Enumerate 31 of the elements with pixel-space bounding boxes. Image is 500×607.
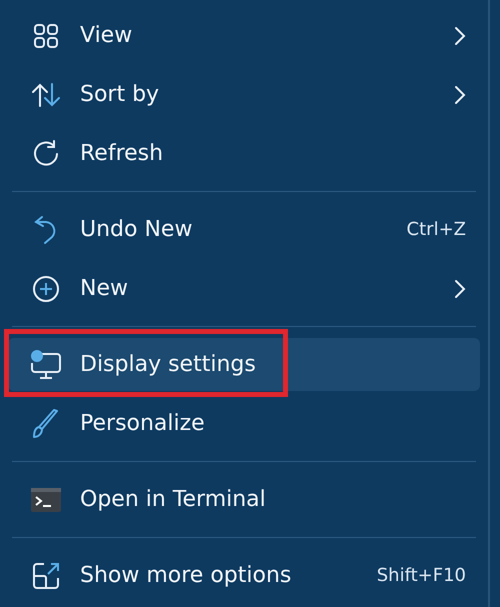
grid-icon xyxy=(33,22,59,48)
menu-item[interactable]: Refresh xyxy=(8,124,480,183)
menu-item-label: New xyxy=(80,276,128,301)
menu-item-label: Show more options xyxy=(80,563,292,588)
expand-window-icon xyxy=(32,562,60,590)
shortcut-label: Shift+F10 xyxy=(376,565,466,586)
menu-item[interactable]: Undo New Ctrl+Z xyxy=(8,200,480,259)
menu-item-label: View xyxy=(80,23,132,48)
shortcut-label: Ctrl+Z xyxy=(406,219,466,240)
menu-item[interactable]: Open in Terminal xyxy=(8,470,480,529)
sort-arrows-icon xyxy=(31,82,61,108)
menu-item[interactable]: View xyxy=(8,6,480,65)
chevron-icon xyxy=(454,278,466,298)
menu-item[interactable]: Personalize xyxy=(8,394,480,453)
refresh-icon xyxy=(32,140,60,168)
plus-circle-icon xyxy=(32,274,60,302)
menu-item-label: Open in Terminal xyxy=(80,487,266,512)
menu-item[interactable]: New xyxy=(8,259,480,318)
menu-item[interactable]: Display settings xyxy=(8,338,480,391)
menu-item-label: Display settings xyxy=(80,352,256,377)
menu-item[interactable]: Sort by xyxy=(8,65,480,124)
monitor-gear-icon xyxy=(30,350,62,380)
menu-item-label: Refresh xyxy=(80,141,164,166)
chevron-icon xyxy=(454,84,466,104)
chevron-icon xyxy=(454,26,466,46)
terminal-icon xyxy=(31,488,61,512)
menu-item-label: Undo New xyxy=(80,217,192,242)
menu-item[interactable]: Show more options Shift+F10 xyxy=(8,546,480,605)
menu-item-label: Sort by xyxy=(80,82,160,107)
menu-item-label: Personalize xyxy=(80,411,205,436)
brush-icon xyxy=(32,408,60,438)
